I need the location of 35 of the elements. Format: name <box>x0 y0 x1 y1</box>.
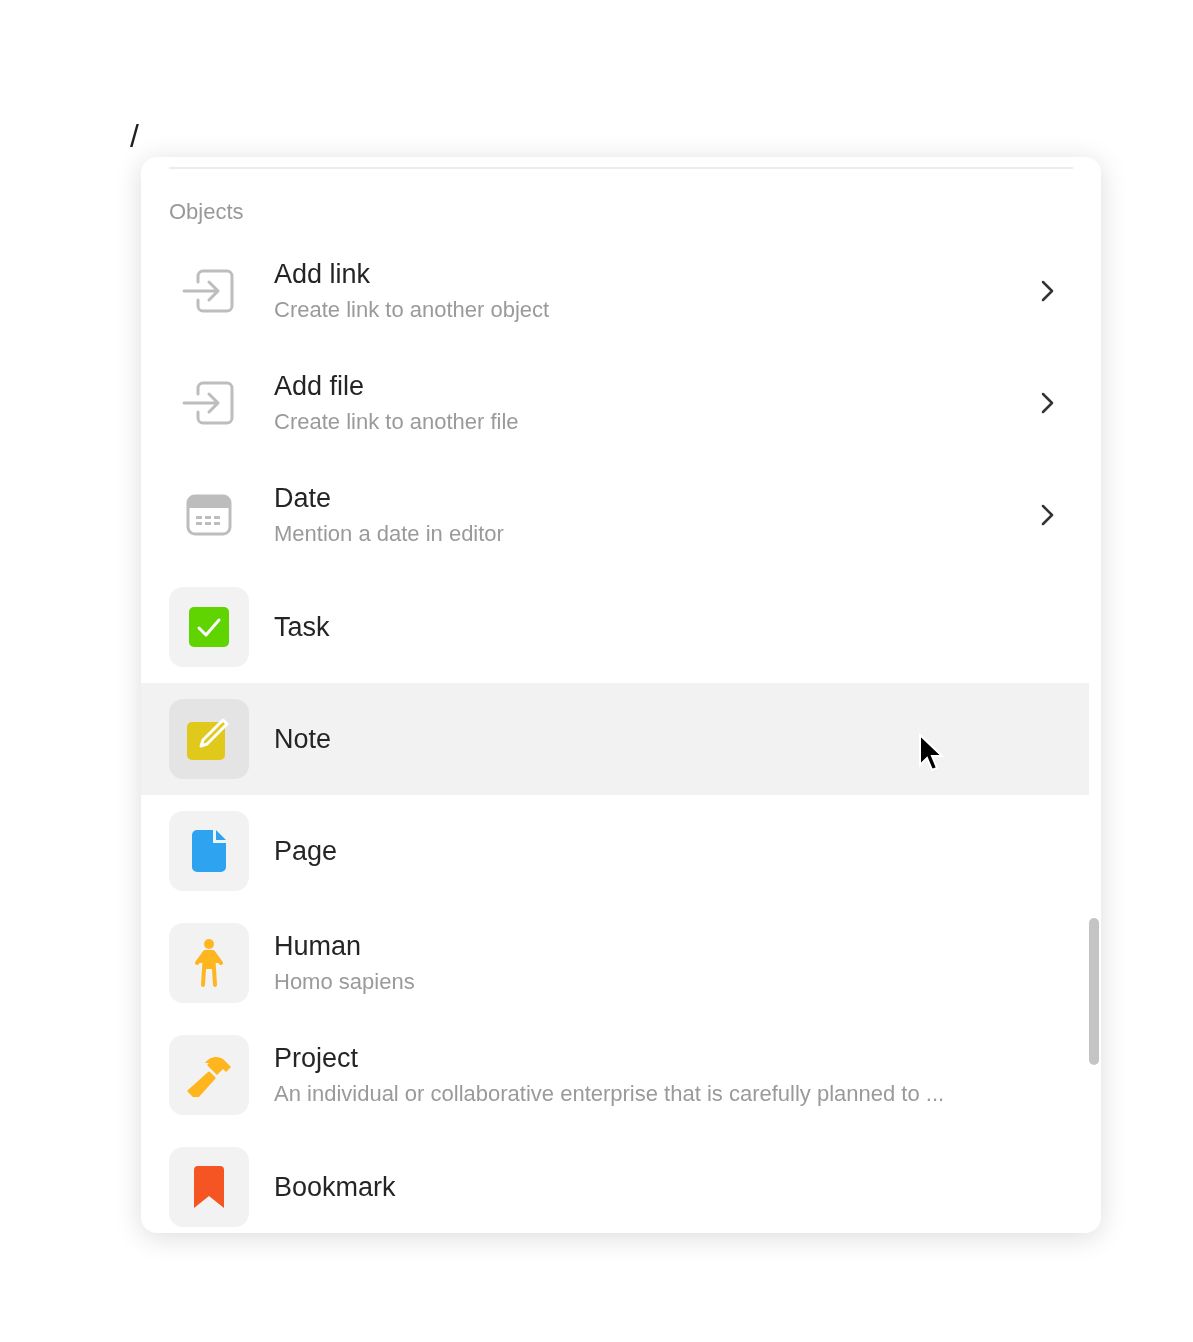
item-title: Note <box>274 723 332 756</box>
arrow-into-box-icon <box>182 268 236 314</box>
item-title: Add file <box>274 370 365 403</box>
pencil-square-icon <box>187 718 231 760</box>
item-title: Project <box>274 1042 359 1075</box>
menu-item[interactable]: Add link Create link to another object <box>141 235 1089 347</box>
menu-item[interactable]: Add file Create link to another file <box>141 347 1089 459</box>
item-description: Create link to another file <box>274 408 519 436</box>
item-title: Page <box>274 835 338 868</box>
arrow-into-box-icon <box>182 380 236 426</box>
menu-item[interactable]: Task <box>141 571 1089 683</box>
menu-item[interactable]: Note <box>141 683 1089 795</box>
checkbox-icon <box>189 607 229 647</box>
item-title: Bookmark <box>274 1171 396 1204</box>
person-icon <box>194 939 224 987</box>
bookmark-icon <box>194 1166 224 1208</box>
menu-item[interactable]: Bookmark <box>141 1131 1089 1233</box>
item-description: Mention a date in editor <box>274 520 504 548</box>
item-description: Create link to another object <box>274 296 550 324</box>
editor-text: / <box>130 118 139 154</box>
scrollbar-thumb[interactable] <box>1089 918 1099 1065</box>
menu-item[interactable]: Project An individual or collaborative enterprise that is carefully planned to ... <box>141 1019 1089 1131</box>
mouse-pointer-icon <box>918 733 944 773</box>
menu-item[interactable]: Page <box>141 795 1089 907</box>
menu-item[interactable]: Date Mention a date in editor <box>141 459 1089 571</box>
menu-item[interactable]: Human Homo sapiens <box>141 907 1089 1019</box>
item-description: An individual or collaborative enterprise that is carefully planned to ... <box>274 1080 945 1108</box>
item-title: Task <box>274 611 330 644</box>
calendar-icon <box>186 494 232 536</box>
document-icon <box>192 830 226 872</box>
item-title: Add link <box>274 258 371 291</box>
item-title: Date <box>274 482 332 515</box>
section-heading: Objects <box>169 199 244 224</box>
item-description: Homo sapiens <box>274 968 415 996</box>
item-title: Human <box>274 930 362 963</box>
